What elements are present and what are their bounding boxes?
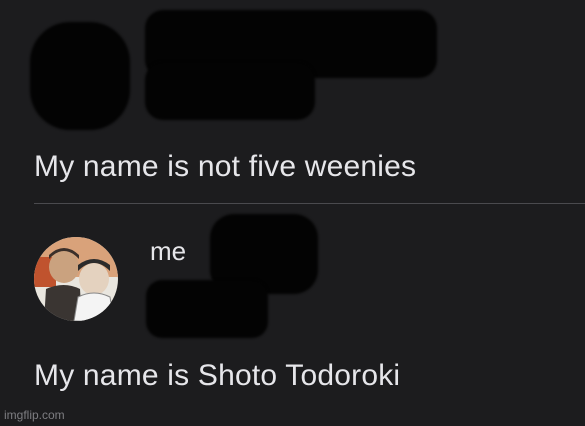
watermark: imgflip.com bbox=[4, 408, 65, 422]
divider bbox=[34, 203, 585, 204]
redacted-avatar-top bbox=[30, 22, 130, 130]
user-avatar[interactable] bbox=[34, 237, 118, 321]
redacted-subline-bottom bbox=[146, 280, 268, 338]
redacted-subline-top bbox=[145, 62, 315, 120]
second-post-text: My name is Shoto Todoroki bbox=[34, 359, 401, 392]
first-post-text: My name is not five weenies bbox=[34, 150, 417, 183]
avatar-icon bbox=[34, 237, 118, 321]
comment-thread: My name is not five weenies me My name i… bbox=[0, 0, 585, 426]
username[interactable]: me bbox=[150, 236, 186, 267]
